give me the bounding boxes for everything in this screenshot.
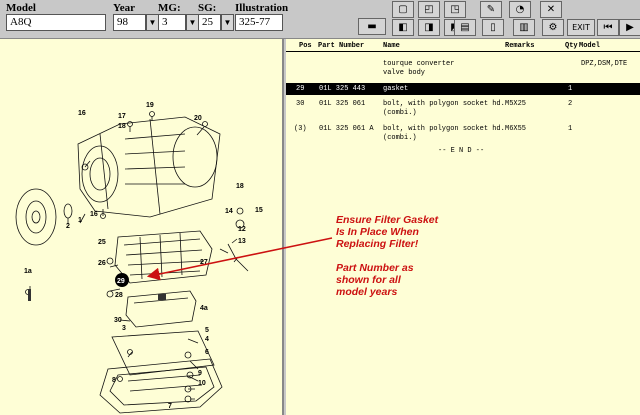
- note-line-3: Replacing Filter!: [336, 238, 419, 250]
- note-line-1: Ensure Filter Gasket: [336, 214, 439, 226]
- note-line-5: shown for all: [336, 274, 401, 286]
- note-spacer: [336, 250, 438, 262]
- note-line-4: Part Number as: [336, 262, 414, 274]
- arrow-line: [146, 237, 333, 281]
- note-line-2: Is In Place When: [336, 226, 419, 238]
- annotation-arrow: [146, 237, 333, 281]
- note-line-6: model years: [336, 286, 398, 298]
- annotation-note: Ensure Filter Gasket Is In Place When Re…: [336, 214, 438, 298]
